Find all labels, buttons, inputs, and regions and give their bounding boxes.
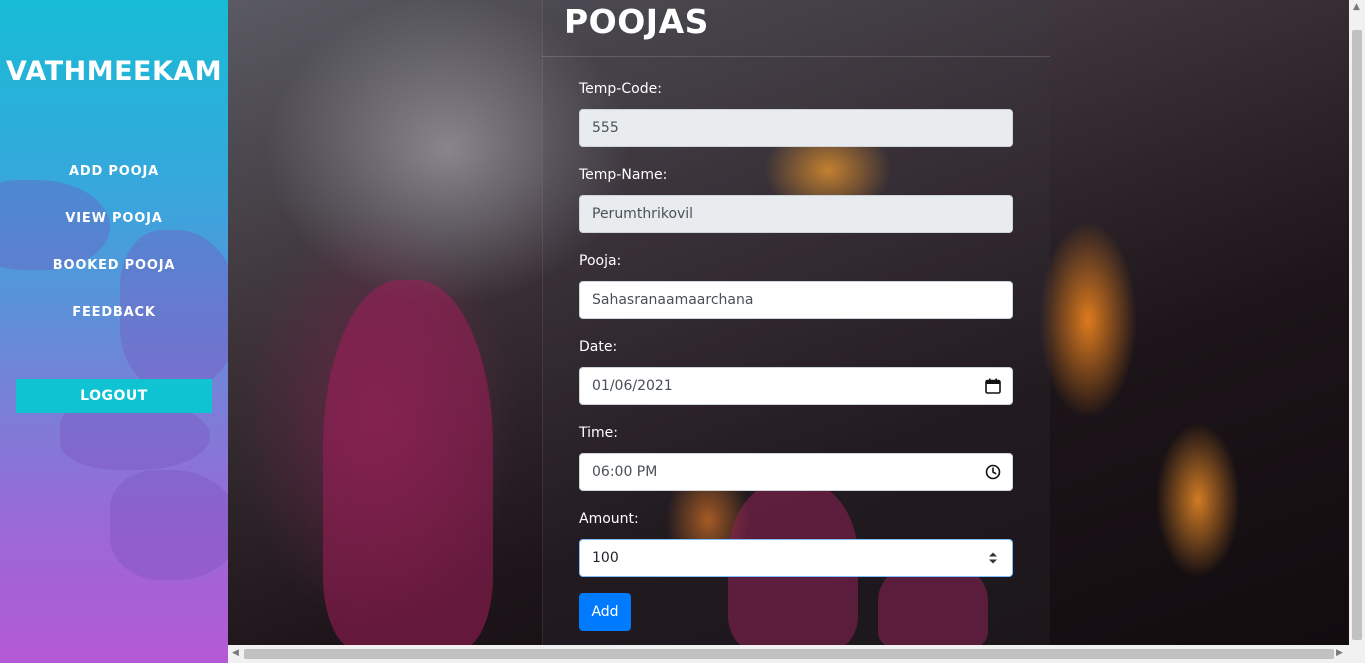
nav-add-pooja[interactable]: ADD POOJA [0, 164, 228, 179]
date-value: 01/06/2021 [592, 378, 673, 394]
add-button[interactable]: Add [579, 593, 631, 631]
pooja-field[interactable]: Sahasranaamaarchana [579, 281, 1013, 319]
date-field[interactable]: 01/06/2021 [579, 367, 1013, 405]
amount-field[interactable]: 100 [579, 539, 1013, 577]
spinner-icon[interactable] [984, 549, 1002, 567]
nav-view-pooja[interactable]: VIEW POOJA [0, 211, 228, 226]
vertical-scrollbar[interactable]: ▲ [1349, 0, 1365, 663]
main-content: POOJAS Temp-Code: 555 Temp-Name: Perumth… [228, 0, 1349, 645]
temp-name-value: Perumthrikovil [592, 206, 694, 222]
scroll-right-icon[interactable]: ▶ [1336, 648, 1343, 658]
amount-label: Amount: [579, 511, 639, 527]
scroll-up-icon[interactable]: ▲ [1353, 2, 1360, 12]
clock-icon[interactable] [984, 463, 1002, 481]
time-field[interactable]: 06:00 PM [579, 453, 1013, 491]
map-decoration [110, 470, 228, 580]
date-label: Date: [579, 339, 618, 355]
background-figure [323, 280, 493, 645]
brand-title: VATHMEEKAM [5, 56, 223, 87]
horizontal-scroll-thumb[interactable] [244, 649, 1334, 659]
pooja-value: Sahasranaamaarchana [592, 292, 754, 308]
temp-code-field: 555 [579, 109, 1013, 147]
vertical-scroll-thumb[interactable] [1352, 30, 1362, 640]
nav-feedback[interactable]: FEEDBACK [0, 305, 228, 320]
scroll-left-icon[interactable]: ◀ [232, 648, 239, 658]
calendar-icon[interactable] [984, 377, 1002, 395]
title-divider [542, 56, 1050, 57]
temp-name-field: Perumthrikovil [579, 195, 1013, 233]
amount-value: 100 [592, 550, 619, 566]
page-title: POOJAS [564, 2, 709, 41]
time-label: Time: [579, 425, 618, 441]
temp-code-value: 555 [592, 120, 619, 136]
temp-name-label: Temp-Name: [579, 167, 668, 183]
horizontal-scrollbar[interactable]: ◀ ▶ [228, 645, 1349, 663]
sidebar: VATHMEEKAM ADD POOJA VIEW POOJA BOOKED P… [0, 0, 228, 663]
nav-booked-pooja[interactable]: BOOKED POOJA [0, 258, 228, 273]
pooja-label: Pooja: [579, 253, 622, 269]
temp-code-label: Temp-Code: [579, 81, 662, 97]
time-value: 06:00 PM [592, 464, 658, 480]
logout-button[interactable]: LOGOUT [16, 379, 212, 413]
